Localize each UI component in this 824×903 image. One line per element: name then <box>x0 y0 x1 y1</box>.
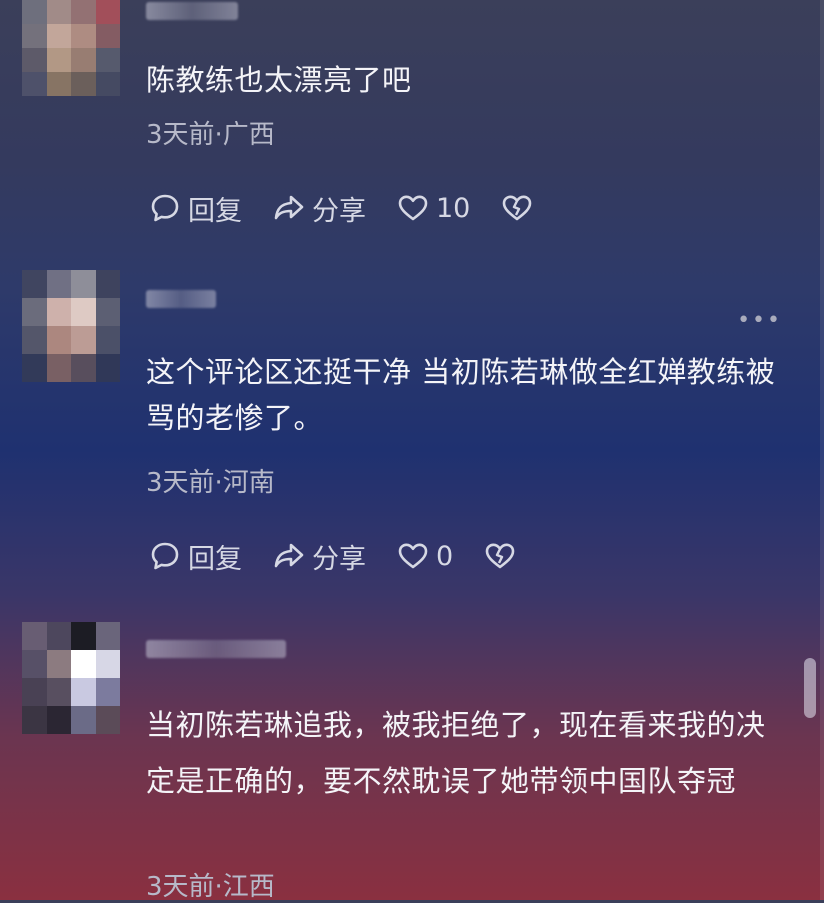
broken-heart-icon <box>503 195 532 221</box>
avatar[interactable] <box>22 622 120 734</box>
comment-actions: 回复 分享 0 <box>148 536 553 576</box>
heart-icon <box>398 195 428 221</box>
more-options-button[interactable]: ••• <box>737 308 782 333</box>
scroll-track <box>820 0 824 900</box>
comment-bubble-icon <box>151 194 179 222</box>
reply-button[interactable]: 回复 <box>148 537 242 576</box>
share-label: 分享 <box>312 195 366 227</box>
comment-text: 当初陈若琳追我，被我拒绝了，现在看来我的决定是正确的，要不然耽误了她带领中国队夺… <box>146 708 766 798</box>
share-button[interactable]: 分享 <box>272 537 366 576</box>
reply-button[interactable]: 回复 <box>148 189 242 228</box>
dislike-button[interactable] <box>500 191 540 225</box>
like-count: 10 <box>436 192 471 224</box>
like-button[interactable]: 10 <box>396 191 470 225</box>
comment-actions: 回复 分享 10 <box>148 188 570 228</box>
comment-meta: 3天前·广西 <box>146 120 275 150</box>
avatar[interactable] <box>22 270 120 382</box>
comment-meta: 3天前·江西 <box>146 872 275 902</box>
comment-meta: 3天前·河南 <box>146 468 275 498</box>
share-arrow-icon <box>274 543 304 568</box>
share-button[interactable]: 分享 <box>272 189 366 228</box>
comment-bubble-icon <box>151 542 179 570</box>
reply-label: 回复 <box>188 543 242 575</box>
like-button[interactable]: 0 <box>396 539 453 573</box>
username-blurred[interactable] <box>146 290 216 308</box>
username-blurred[interactable] <box>146 2 238 20</box>
avatar[interactable] <box>22 0 120 96</box>
comment-text: 陈教练也太漂亮了吧 <box>146 63 412 97</box>
comment-text: 这个评论区还挺干净 当初陈若琳做全红婵教练被骂的老惨了。 <box>146 355 776 435</box>
scrollbar-thumb[interactable] <box>804 658 816 718</box>
share-arrow-icon <box>274 195 304 220</box>
username-blurred[interactable] <box>146 640 286 658</box>
heart-icon <box>398 543 428 569</box>
like-count: 0 <box>436 540 454 572</box>
share-label: 分享 <box>312 543 366 575</box>
dislike-button[interactable] <box>483 539 523 573</box>
broken-heart-icon <box>485 543 515 569</box>
reply-label: 回复 <box>188 195 242 227</box>
